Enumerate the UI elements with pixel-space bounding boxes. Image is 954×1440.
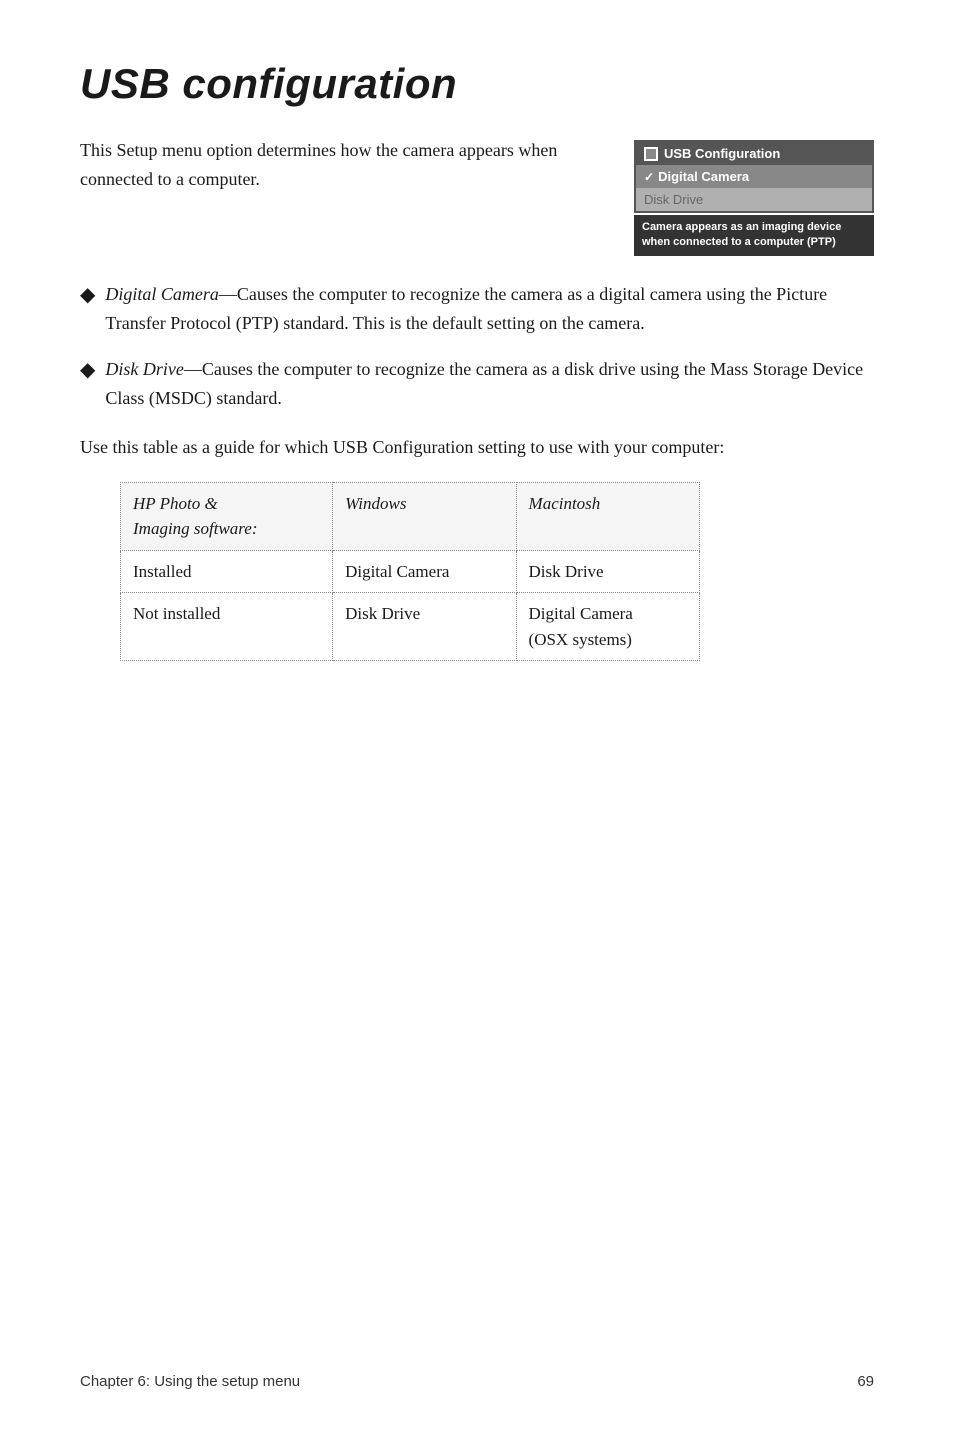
guide-text: Use this table as a guide for which USB … (80, 433, 874, 462)
menu-item-disk-drive: Disk Drive (636, 188, 872, 211)
intro-section: This Setup menu option determines how th… (80, 136, 874, 256)
cell-notinstalled-mac: Digital Camera(OSX systems) (516, 593, 699, 661)
term-digital-camera: Digital Camera (105, 284, 219, 304)
bullet-dot-1: ◆ (80, 281, 95, 338)
list-item-digital-camera: ◆ Digital Camera—Causes the computer to … (80, 280, 874, 338)
menu-item-digital-camera: ✓ Digital Camera (636, 165, 872, 188)
menu-item-label-1: Digital Camera (658, 169, 749, 184)
cell-installed-label: Installed (121, 550, 333, 593)
table-row-not-installed: Not installed Disk Drive Digital Camera(… (121, 593, 700, 661)
intro-paragraph: This Setup menu option determines how th… (80, 136, 604, 256)
feature-list: ◆ Digital Camera—Causes the computer to … (80, 280, 874, 413)
cell-notinstalled-windows: Disk Drive (333, 593, 516, 661)
page-footer: Chapter 6: Using the setup menu 69 (80, 1373, 874, 1390)
bullet-content-2: Disk Drive—Causes the computer to recogn… (105, 355, 874, 413)
term-disk-drive: Disk Drive (105, 359, 183, 379)
bullet-dot-2: ◆ (80, 356, 95, 413)
footer-chapter: Chapter 6: Using the setup menu (80, 1373, 300, 1390)
camera-ui-mockup: USB Configuration ✓ Digital Camera Disk … (634, 140, 874, 256)
menu-title-text: USB Configuration (664, 146, 780, 161)
table-header-row: HP Photo &Imaging software: Windows Maci… (121, 482, 700, 550)
camera-menu: USB Configuration ✓ Digital Camera Disk … (634, 140, 874, 213)
camera-menu-title: USB Configuration (636, 142, 872, 165)
menu-icon (644, 147, 658, 161)
bullet-content-1: Digital Camera—Causes the computer to re… (105, 280, 874, 338)
menu-item-label-2: Disk Drive (644, 192, 703, 207)
footer-page-number: 69 (857, 1373, 874, 1390)
page-title: USB configuration (80, 60, 874, 108)
cell-notinstalled-label: Not installed (121, 593, 333, 661)
check-icon: ✓ (644, 170, 654, 184)
col-header-macintosh: Macintosh (516, 482, 699, 550)
cell-installed-mac: Disk Drive (516, 550, 699, 593)
col-header-hp: HP Photo &Imaging software: (121, 482, 333, 550)
list-item-disk-drive: ◆ Disk Drive—Causes the computer to reco… (80, 355, 874, 413)
config-table: HP Photo &Imaging software: Windows Maci… (120, 482, 700, 662)
camera-status-bar: Camera appears as an imaging device when… (634, 215, 874, 256)
cell-installed-windows: Digital Camera (333, 550, 516, 593)
description-2: —Causes the computer to recognize the ca… (105, 359, 863, 408)
col-header-windows: Windows (333, 482, 516, 550)
table-row-installed: Installed Digital Camera Disk Drive (121, 550, 700, 593)
